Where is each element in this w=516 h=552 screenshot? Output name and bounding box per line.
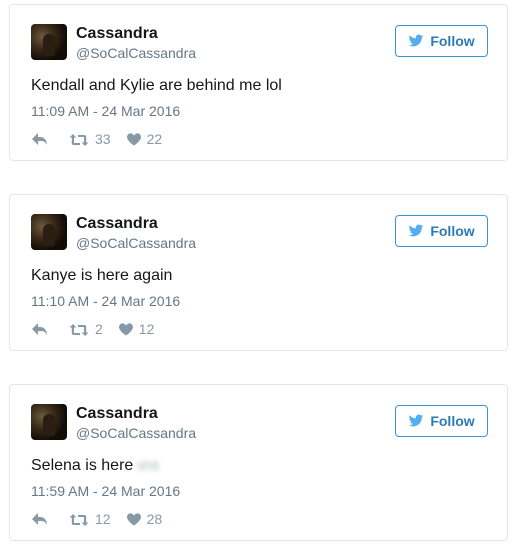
- tweet-card: Cassandra @SoCalCassandra Follow Kanye i…: [9, 194, 508, 351]
- reply-button[interactable]: [31, 132, 49, 146]
- user-handle[interactable]: @SoCalCassandra: [76, 425, 196, 441]
- like-count: 22: [146, 131, 163, 147]
- like-button[interactable]: 28: [126, 511, 163, 527]
- twitter-bird-icon: [408, 34, 424, 47]
- reply-icon: [32, 133, 47, 145]
- user-handle[interactable]: @SoCalCassandra: [76, 235, 196, 251]
- tweet-actions: 12 28: [31, 509, 162, 529]
- retweet-button[interactable]: 2: [69, 321, 103, 337]
- tweet-text-content: Kanye is here again: [31, 267, 173, 284]
- tweet-timestamp[interactable]: 11:09 AM - 24 Mar 2016: [31, 103, 180, 119]
- like-count: 28: [146, 511, 163, 527]
- reply-icon: [32, 513, 47, 525]
- user-name[interactable]: Cassandra: [76, 405, 158, 423]
- reply-button[interactable]: [31, 322, 49, 336]
- avatar[interactable]: [31, 214, 67, 250]
- like-button[interactable]: 22: [126, 131, 163, 147]
- tweet-text-blurred: shit: [137, 457, 160, 473]
- user-name[interactable]: Cassandra: [76, 215, 158, 233]
- like-count: 12: [138, 321, 155, 337]
- retweet-icon: [69, 324, 89, 336]
- reply-button[interactable]: [31, 512, 49, 526]
- tweet-text-content: Selena is here: [31, 457, 134, 474]
- follow-label: Follow: [430, 413, 475, 429]
- tweet-text-content: Kendall and Kylie are behind me lol: [31, 77, 282, 94]
- retweet-count: 33: [95, 131, 111, 147]
- tweet-timestamp[interactable]: 11:59 AM - 24 Mar 2016: [31, 483, 180, 499]
- tweet-text: Kendall and Kylie are behind me lol: [31, 77, 282, 95]
- heart-icon: [126, 132, 141, 145]
- reply-icon: [32, 323, 47, 335]
- tweet-actions: 2 12: [31, 319, 154, 339]
- follow-button[interactable]: Follow: [395, 25, 488, 57]
- tweet-card: Cassandra @SoCalCassandra Follow Selena …: [9, 384, 508, 541]
- retweet-count: 12: [95, 511, 111, 527]
- twitter-bird-icon: [408, 414, 424, 427]
- tweet-timestamp[interactable]: 11:10 AM - 24 Mar 2016: [31, 293, 180, 309]
- retweet-icon: [69, 134, 89, 146]
- tweet-text: Selena is here shit: [31, 457, 159, 475]
- retweet-button[interactable]: 12: [69, 511, 111, 527]
- like-button[interactable]: 12: [118, 321, 155, 337]
- avatar[interactable]: [31, 24, 67, 60]
- twitter-bird-icon: [408, 224, 424, 237]
- follow-label: Follow: [430, 223, 475, 239]
- tweet-actions: 33 22: [31, 129, 162, 149]
- follow-button[interactable]: Follow: [395, 215, 488, 247]
- heart-icon: [118, 322, 133, 335]
- tweet-text: Kanye is here again: [31, 267, 172, 285]
- retweet-icon: [69, 514, 89, 526]
- heart-icon: [126, 512, 141, 525]
- retweet-button[interactable]: 33: [69, 131, 111, 147]
- user-name[interactable]: Cassandra: [76, 25, 158, 43]
- retweet-count: 2: [95, 321, 103, 337]
- follow-label: Follow: [430, 33, 475, 49]
- avatar[interactable]: [31, 404, 67, 440]
- follow-button[interactable]: Follow: [395, 405, 488, 437]
- user-handle[interactable]: @SoCalCassandra: [76, 45, 196, 61]
- tweet-card: Cassandra @SoCalCassandra Follow Kendall…: [9, 4, 508, 161]
